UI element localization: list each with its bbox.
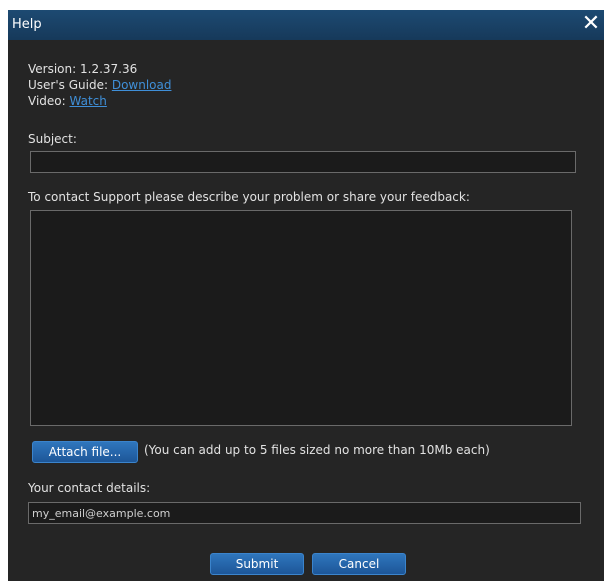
description-label: To contact Support please describe your … xyxy=(28,190,470,204)
subject-label: Subject: xyxy=(28,132,77,146)
version-label: Version: xyxy=(28,62,77,76)
users-guide-label: User's Guide: xyxy=(28,78,108,92)
window-title: Help xyxy=(12,17,42,32)
attach-file-button[interactable]: Attach file... xyxy=(32,441,138,463)
submit-button[interactable]: Submit xyxy=(210,553,304,575)
contact-input[interactable] xyxy=(28,502,581,524)
watch-link[interactable]: Watch xyxy=(70,94,107,108)
close-icon[interactable]: ✕ xyxy=(578,10,604,40)
download-link[interactable]: Download xyxy=(112,78,172,92)
description-textarea[interactable] xyxy=(30,210,572,426)
video-label: Video: xyxy=(28,94,66,108)
version-line: Version: 1.2.37.36 xyxy=(28,62,137,76)
attach-note: (You can add up to 5 files sized no more… xyxy=(144,443,490,457)
users-guide-line: User's Guide: Download xyxy=(28,78,171,92)
version-value: 1.2.37.36 xyxy=(80,62,138,76)
subject-input[interactable] xyxy=(30,151,576,173)
cancel-button[interactable]: Cancel xyxy=(312,553,406,575)
contact-label: Your contact details: xyxy=(28,481,151,495)
video-line: Video: Watch xyxy=(28,94,107,108)
help-dialog: Help ✕ Version: 1.2.37.36 User's Guide: … xyxy=(8,10,604,581)
title-bar: Help ✕ xyxy=(8,10,604,40)
